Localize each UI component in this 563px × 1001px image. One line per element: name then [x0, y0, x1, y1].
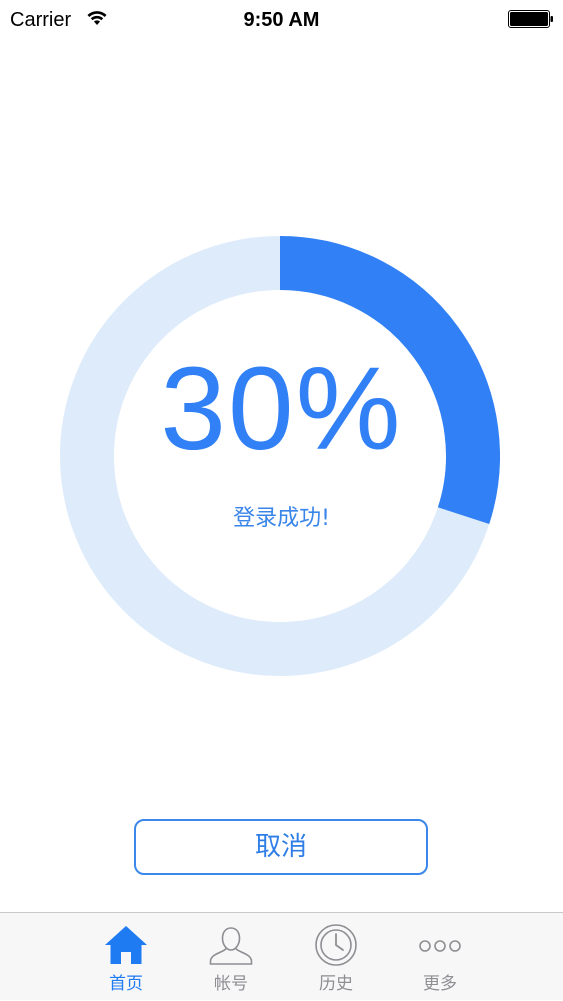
tab-home[interactable]: 首页 — [86, 913, 166, 1001]
battery-icon — [508, 10, 553, 28]
tab-account[interactable]: 帐号 — [191, 913, 271, 1001]
cancel-button[interactable]: 取消 — [134, 819, 428, 875]
progress-percent: 30% — [160, 343, 403, 475]
home-icon — [105, 926, 147, 964]
tab-more[interactable]: 更多 — [400, 913, 480, 1001]
status-bar: Carrier 9:50 AM — [0, 0, 563, 40]
tab-label: 更多 — [423, 974, 457, 994]
clock-icon — [315, 924, 357, 966]
status-time: 9:50 AM — [243, 9, 320, 31]
status-message: 登录成功! — [233, 506, 330, 531]
tab-bar: 首页 帐号 历史 更多 — [0, 912, 563, 1000]
tab-label: 历史 — [319, 974, 353, 994]
tab-label: 帐号 — [214, 974, 248, 994]
person-icon — [209, 927, 253, 965]
tab-label: 首页 — [109, 974, 143, 994]
tab-history[interactable]: 历史 — [296, 913, 376, 1001]
more-dots-icon — [419, 940, 461, 952]
